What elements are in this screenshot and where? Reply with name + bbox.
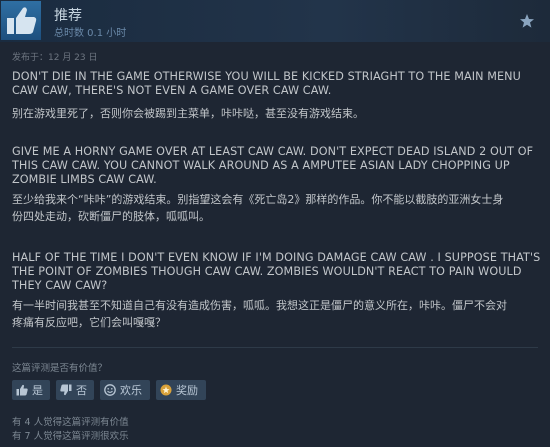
review-header: 推荐 总时数 0.1 小时: [0, 0, 550, 42]
thumbs-down-icon: [60, 384, 72, 396]
vote-funny-label: 欢乐: [120, 384, 142, 397]
divider: [12, 347, 538, 348]
review-text-en: DON'T DIE IN THE GAME OTHERWISE YOU WILL…: [12, 70, 521, 97]
vote-no-button[interactable]: 否: [56, 380, 94, 400]
award-label: 奖励: [176, 384, 198, 397]
funny-count: 有 7 人觉得这篇评测很欢乐: [12, 431, 129, 442]
vote-yes-label: 是: [32, 384, 43, 397]
review-text-en: GIVE ME A HORNY GAME OVER AT LEAST CAW C…: [12, 145, 534, 186]
vote-no-label: 否: [76, 384, 87, 397]
review-paragraph-3: HALF OF THE TIME I DON'T EVEN KNOW IF I'…: [12, 251, 542, 331]
helpful-question: 这篇评测是否有价值？: [12, 363, 108, 374]
smiley-icon: [104, 384, 116, 396]
review-text-en: HALF OF THE TIME I DON'T EVEN KNOW IF I'…: [12, 251, 541, 292]
award-button[interactable]: 奖励: [156, 380, 206, 400]
steam-icon: [520, 14, 534, 28]
vote-yes-button[interactable]: 是: [12, 380, 50, 400]
playtime-hours: 总时数 0.1 小时: [54, 28, 127, 39]
review-text-zh: 别在游戏里死了，否则你会被踢到主菜单，咔咔哒，甚至没有游戏结束。: [12, 107, 364, 120]
review-text-zh: 有一半时间我甚至不知道自己有没有造成伤害，呱呱。我想这正是僵尸的意义所在，咔咔。…: [12, 299, 507, 329]
review-text-zh: 至少给我来个“咔咔”的游戏结束。别指望这会有《死亡岛2》那样的作品。你不能以截肢…: [12, 193, 504, 223]
review-paragraph-1: DON'T DIE IN THE GAME OTHERWISE YOU WILL…: [12, 70, 542, 122]
posted-date: 发布于：12 月 23 日: [12, 53, 98, 63]
thumbs-up-badge: [1, 1, 41, 40]
helpful-count: 有 4 人觉得这篇评测有价值: [12, 417, 129, 428]
thumbs-up-icon: [7, 7, 37, 35]
award-icon: [160, 384, 172, 396]
vote-funny-button[interactable]: 欢乐: [100, 380, 150, 400]
recommendation-label: 推荐: [54, 8, 82, 24]
review-paragraph-2: GIVE ME A HORNY GAME OVER AT LEAST CAW C…: [12, 145, 542, 225]
thumbs-up-icon: [16, 384, 28, 396]
